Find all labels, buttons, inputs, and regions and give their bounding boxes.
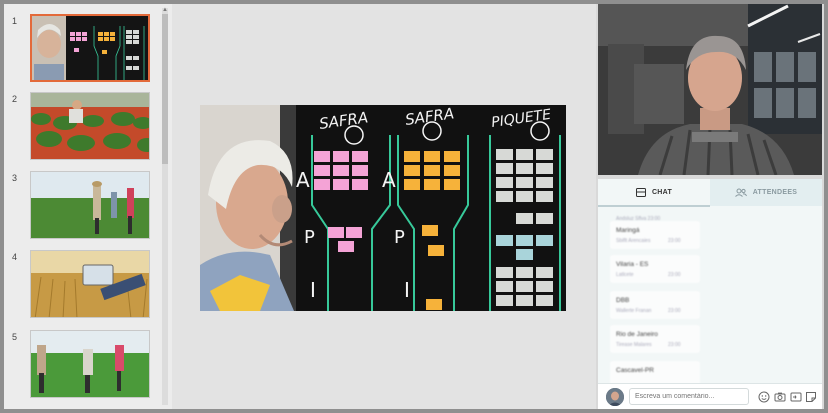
gif-icon[interactable] [790,391,802,403]
current-slide: SAFRA SAFRA PIQUETE A A P P I I [200,105,566,311]
slide-thumbnail-4[interactable]: 4 [4,250,164,320]
slide-number: 5 [12,332,18,342]
presenter-video [598,4,822,175]
chat-message-time: 23:00 [668,272,681,278]
slide-thumbnail-3[interactable]: 3 [4,171,164,241]
board-letter-a-2: A [382,168,396,192]
side-panel: CHAT ATTENDEES Andsluz Sflva 23:00 Marin… [598,179,822,409]
chat-message: Rio de Janeiro Tirease Malares 23:00 [610,325,700,353]
emoji-icon[interactable] [758,391,770,403]
board-letter-i-2: I [404,278,410,302]
slide-number: 3 [12,173,18,183]
chat-message-text: Tirease Malares [616,342,652,348]
slide-number: 2 [12,94,18,104]
chat-message: DBB Wallerte Franan 23:00 [610,291,700,319]
chat-message-list[interactable]: Andsluz Sflva 23:00 Maringá Sbiflt Arenc… [598,209,822,389]
avatar-image [606,388,624,406]
avatar [606,388,624,406]
slide-3-image [31,172,149,238]
slide-preview[interactable] [30,92,150,160]
chat-message-author: Maringá [616,227,640,234]
board-letter-p-1: P [304,227,315,248]
thumbnail-scrollbar[interactable]: ▲ [162,7,168,405]
tab-attendees[interactable]: ATTENDEES [710,179,822,206]
slide-preview[interactable] [30,250,150,318]
presentation-app: 1 2 3 4 5 ▲ SAFRA SAFRA PIQUETE A A P P … [4,4,824,409]
slide-1-image [32,16,148,80]
chat-message: Maringá Sbiflt Arencaies 23:00 [610,221,700,249]
comment-input[interactable] [629,388,749,405]
chat-message: Vilaria - ES Latlcete 23:00 [610,255,700,283]
tab-attendees-label: ATTENDEES [752,189,798,196]
tab-chat[interactable]: CHAT [598,179,710,206]
slide-photo-planning-board: SAFRA SAFRA PIQUETE A A P P I I [200,105,566,311]
chat-message-time: 23:00 [668,238,681,244]
chat-icon [635,188,646,197]
slide-preview[interactable] [30,14,150,82]
camera-icon[interactable] [774,391,786,403]
slide-5-image [31,331,149,397]
board-letter-p-2: P [394,227,405,248]
slide-thumbnail-rail: 1 2 3 4 5 ▲ [4,4,172,409]
slide-thumbnail-1[interactable]: 1 [4,14,164,84]
chat-message-author: Rio de Janeiro [616,331,658,338]
chat-message-author: Vilaria - ES [616,261,649,268]
slide-2-image [31,93,149,159]
slide-number: 1 [12,16,18,26]
sticker-icon[interactable] [805,391,817,403]
chat-message-text: Wallerte Franan [616,308,652,314]
panel-tabs: CHAT ATTENDEES [598,179,822,207]
board-letter-i-1: I [310,278,316,302]
slide-4-image [31,251,149,317]
presenter-webcam-image [598,4,822,175]
chat-message-author: Cascavel-PR [616,367,654,374]
chat-compose-bar [598,383,822,409]
chat-message-text: Latlcete [616,272,634,278]
chat-message-time: 23:00 [668,342,681,348]
slide-preview[interactable] [30,330,150,398]
slide-number: 4 [12,252,18,262]
slide-thumbnail-5[interactable]: 5 [4,330,164,400]
slide-thumbnail-2[interactable]: 2 [4,92,164,162]
slide-preview[interactable] [30,171,150,239]
board-letter-a-1: A [296,168,310,192]
chat-message-text: Sbiflt Arencaies [616,238,651,244]
chat-message-time: 23:00 [668,308,681,314]
tab-chat-label: CHAT [651,189,673,196]
slide-stage: SAFRA SAFRA PIQUETE A A P P I I [172,4,596,409]
scrollbar-thumb[interactable] [162,14,168,164]
scroll-up-arrow-icon[interactable]: ▲ [162,7,168,13]
chat-message-partial: Andsluz Sflva 23:00 [616,216,661,222]
attendees-icon [734,188,747,197]
chat-message-author: DBB [616,297,630,304]
